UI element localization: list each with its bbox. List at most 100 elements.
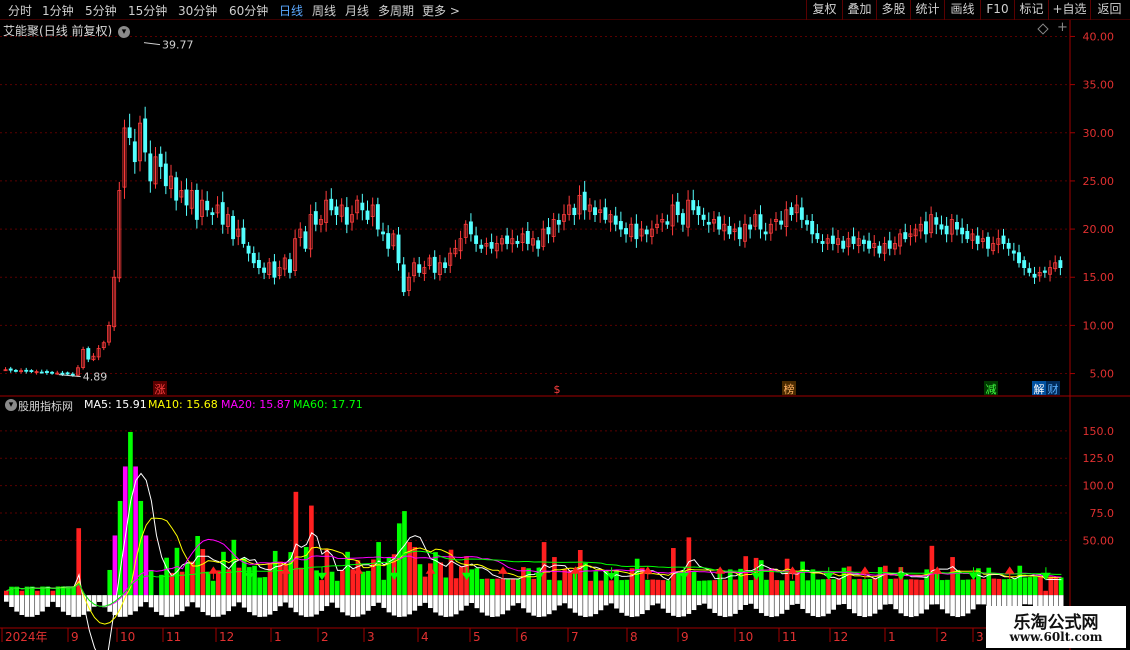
indicator-neg-bar bbox=[500, 595, 506, 615]
indicator-neg-bar bbox=[789, 595, 795, 605]
indicator-neg-bar bbox=[381, 595, 387, 608]
indicator-bar bbox=[727, 569, 733, 596]
candle-body bbox=[789, 207, 794, 216]
indicator-neg-bar bbox=[619, 595, 624, 613]
indicator-bar bbox=[159, 574, 164, 596]
chevron-down-icon[interactable]: ▾ bbox=[118, 25, 131, 38]
indicator-neg-bar bbox=[717, 595, 723, 616]
time-axis-label: 1 bbox=[888, 630, 896, 644]
indicator-neg-bar bbox=[841, 595, 847, 605]
indicator-neg-bar bbox=[712, 595, 718, 613]
candle-body bbox=[851, 236, 856, 244]
indicator-bar bbox=[500, 578, 506, 596]
kline-chart[interactable]: 40.00 35.00 30.00 25.00 20.00 15.00 10.00 5.00 3… bbox=[0, 0, 1130, 650]
candle-body bbox=[955, 222, 959, 230]
indicator-name: 股朋指标网 bbox=[18, 400, 73, 413]
indicator-neg-bar bbox=[676, 595, 681, 618]
indicator-neg-bar bbox=[55, 595, 61, 608]
indicator-bar bbox=[1032, 576, 1038, 596]
indicator-bar bbox=[1017, 565, 1023, 596]
indicator-neg-bar bbox=[319, 595, 325, 611]
candle-body bbox=[70, 373, 75, 376]
indicator-neg-bar bbox=[691, 595, 697, 611]
time-axis-label: 1 bbox=[274, 630, 282, 644]
indicator-bar bbox=[846, 566, 852, 596]
indicator-bar bbox=[107, 569, 113, 596]
indicator-neg-bar bbox=[484, 595, 490, 616]
price-tick-label: 10.00 bbox=[1083, 319, 1115, 332]
indicator-neg-bar bbox=[852, 595, 857, 614]
indicator-bar bbox=[443, 577, 449, 596]
indicator-neg-bar bbox=[862, 595, 867, 618]
indicator-bar bbox=[722, 579, 728, 596]
candle-body bbox=[50, 371, 55, 374]
indicator-neg-bar bbox=[960, 595, 966, 617]
candle-body bbox=[867, 240, 872, 249]
indicator-bar bbox=[490, 578, 495, 596]
indicator-neg-bar bbox=[696, 595, 702, 606]
time-axis-label: 12 bbox=[833, 630, 848, 644]
event-marker: 榜 bbox=[784, 382, 795, 396]
indicator-neg-bar bbox=[40, 595, 45, 612]
indicator-neg-bar bbox=[334, 595, 340, 608]
indicator-bar bbox=[748, 580, 754, 596]
indicator-bar bbox=[205, 571, 211, 596]
candle-body bbox=[303, 231, 308, 249]
indicator-neg-bar bbox=[29, 595, 35, 617]
event-marker: 解 bbox=[1034, 382, 1045, 396]
candle-body bbox=[143, 118, 148, 153]
indicator-bar bbox=[640, 567, 645, 596]
indicator-bar bbox=[272, 550, 278, 596]
indicator-bar bbox=[965, 579, 971, 596]
indicator-neg-bar bbox=[934, 595, 940, 605]
candle-body bbox=[194, 189, 199, 220]
indicator-neg-bar bbox=[795, 595, 800, 604]
candle-body bbox=[313, 211, 318, 225]
indicator-neg-bar bbox=[774, 595, 780, 617]
candle-body bbox=[8, 368, 13, 371]
indicator-neg-bar bbox=[19, 595, 25, 616]
candle-body bbox=[763, 231, 768, 235]
candle-body bbox=[861, 239, 866, 244]
indicator-neg-bar bbox=[784, 595, 790, 610]
indicator-bar bbox=[598, 580, 604, 596]
indicator-neg-bar bbox=[970, 595, 976, 610]
indicator-bar bbox=[588, 580, 593, 596]
indicator-neg-bar bbox=[929, 595, 935, 605]
candle-body bbox=[396, 234, 401, 264]
indicator-neg-bar bbox=[443, 595, 449, 617]
indicator-bar bbox=[800, 561, 805, 596]
time-axis-label: 9 bbox=[71, 630, 79, 644]
indicator-chevron-icon[interactable]: ▾ bbox=[5, 399, 17, 411]
indicator-neg-bar bbox=[681, 595, 687, 617]
plus-icon[interactable]: + bbox=[1057, 20, 1068, 35]
candle-body bbox=[634, 223, 639, 240]
candle-body bbox=[515, 240, 520, 244]
indicator-neg-bar bbox=[536, 595, 542, 618]
candle-body bbox=[210, 212, 215, 216]
indicator-bar bbox=[660, 580, 666, 596]
stock-name: 艾能聚 bbox=[3, 24, 40, 38]
indicator-bar bbox=[888, 578, 893, 596]
indicator-neg-bar bbox=[303, 595, 309, 617]
indicator-bar bbox=[112, 535, 118, 596]
candle-body bbox=[975, 235, 980, 244]
indicator-tick-label: 150.0 bbox=[1083, 425, 1115, 438]
indicator-bar bbox=[691, 571, 697, 596]
indicator-bar bbox=[619, 580, 624, 596]
time-axis-label: 11 bbox=[782, 630, 797, 644]
price-tick-label: 15.00 bbox=[1083, 271, 1115, 284]
indicator-neg-bar bbox=[350, 595, 356, 617]
candle-body bbox=[748, 224, 753, 230]
indicator-neg-bar bbox=[753, 595, 759, 609]
indicator-neg-bar bbox=[309, 595, 314, 617]
indicator-neg-bar bbox=[164, 595, 169, 617]
indicator-bar bbox=[35, 590, 40, 596]
indicator-neg-bar bbox=[820, 595, 826, 617]
indicator-neg-bar bbox=[241, 595, 247, 608]
candle-body bbox=[13, 369, 18, 372]
indicator-bar bbox=[417, 564, 423, 596]
indicator-neg-bar bbox=[521, 595, 526, 609]
indicator-bar bbox=[438, 562, 443, 596]
indicator-bar bbox=[676, 571, 681, 596]
